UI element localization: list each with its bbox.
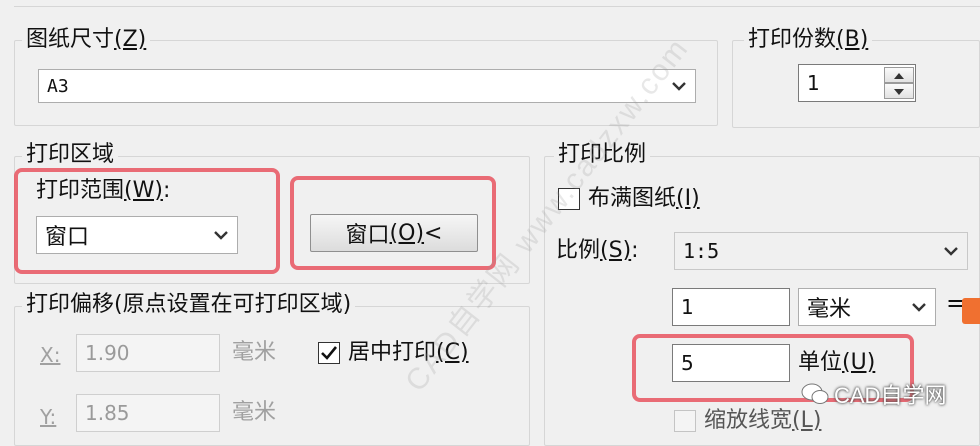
offset-y-value: 1.85: [85, 401, 130, 425]
offset-y-label: Y:: [40, 405, 57, 429]
side-badge-icon: [962, 298, 980, 324]
paper-size-label-key: (Z): [114, 27, 147, 52]
copies-stepper[interactable]: [884, 67, 914, 100]
fit-to-paper-label[interactable]: 布满图纸(I): [588, 186, 700, 212]
triangle-down-icon: [894, 89, 904, 95]
scale-numerator-input[interactable]: 1: [672, 288, 790, 326]
offset-x-value: 1.90: [85, 341, 130, 365]
scale-unit-value: 毫米: [807, 297, 852, 322]
copies-label-text: 打印份数: [748, 27, 837, 52]
wechat-icon: [801, 383, 829, 404]
chevron-down-icon: [944, 247, 958, 256]
plot-offset-title: 打印偏移(原点设置在可打印区域): [22, 292, 356, 318]
scale-select[interactable]: 1:5: [674, 232, 968, 270]
offset-y-input[interactable]: 1.85: [76, 394, 220, 432]
top-divider: [14, 6, 980, 7]
copies-label: 打印份数(B): [744, 27, 873, 53]
check-icon: [321, 346, 338, 360]
scale-numerator-value: 1: [681, 295, 694, 319]
paper-size-label: 图纸尺寸(Z): [22, 27, 151, 53]
copies-label-key: (B): [836, 27, 869, 52]
offset-x-label: X:: [40, 343, 61, 367]
copies-value: 1: [807, 71, 820, 95]
footer-watermark: CAD自学网: [800, 378, 946, 410]
offset-x-input[interactable]: 1.90: [76, 334, 220, 372]
fit-to-paper-label-key: (I): [676, 186, 700, 211]
fit-to-paper-label-text: 布满图纸: [588, 186, 677, 211]
spin-up-button[interactable]: [884, 67, 914, 83]
scale-unit-select[interactable]: 毫米: [798, 288, 936, 326]
paper-size-label-text: 图纸尺寸: [26, 27, 115, 52]
paper-size-select[interactable]: A3: [38, 69, 696, 103]
scale-value: 1:5: [683, 239, 720, 263]
scale-label-text: 比例: [556, 238, 601, 263]
center-plot-checkbox[interactable]: [318, 342, 340, 364]
paper-size-value: A3: [47, 75, 69, 97]
spin-down-button[interactable]: [884, 83, 914, 99]
highlight-box-window-button: [290, 176, 496, 270]
offset-x-unit: 毫米: [232, 340, 277, 365]
scale-lineweights-label-text: 缩放线宽: [704, 408, 793, 433]
highlight-box-what-to-plot: [14, 168, 280, 274]
scale-lineweights-label[interactable]: 缩放线宽(L): [704, 408, 821, 434]
scale-label-key: (S): [600, 238, 632, 263]
scale-label: 比例(S):: [556, 238, 639, 264]
scale-lineweights-checkbox[interactable]: [674, 410, 696, 432]
plot-area-title: 打印区域: [22, 142, 119, 168]
scale-label-colon: :: [631, 238, 639, 263]
triangle-up-icon: [894, 73, 904, 79]
scale-lineweights-label-key: (L): [792, 408, 822, 433]
footer-watermark-text: CAD自学网: [834, 383, 947, 408]
chevron-down-icon: [912, 303, 926, 312]
offset-y-unit: 毫米: [232, 400, 277, 425]
